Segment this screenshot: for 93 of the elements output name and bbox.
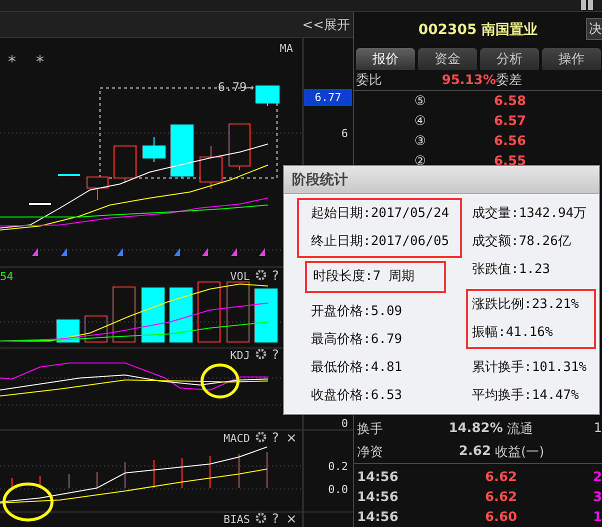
star-marker: * bbox=[36, 52, 44, 71]
axis-tick-label: 0.2 bbox=[328, 460, 348, 473]
axis-tick-label: 0.0 bbox=[328, 483, 348, 496]
ask-level: ② bbox=[413, 154, 426, 168]
indicator-label[interactable]: MA bbox=[280, 42, 293, 55]
settings-icon[interactable] bbox=[256, 512, 266, 524]
indicator-label[interactable]: KDJ bbox=[230, 349, 250, 362]
stat-text: 最低价格:4.81 bbox=[311, 359, 404, 377]
field-label: 委差 bbox=[496, 72, 522, 89]
ask-price: 6.58 bbox=[494, 94, 526, 108]
current-price-badge bbox=[304, 89, 352, 106]
stat-text: 开盘价格:5.09 bbox=[311, 303, 404, 321]
ask-price: 6.57 bbox=[494, 114, 526, 128]
field-value: 1 bbox=[594, 421, 602, 436]
stat-text: 时段长度:7 周期 bbox=[313, 268, 414, 286]
trade-time: 14:56 bbox=[356, 470, 400, 484]
field-label: 流通 bbox=[506, 420, 534, 438]
window-control-icon[interactable] bbox=[580, 0, 594, 10]
close-button[interactable]: × bbox=[286, 431, 297, 446]
volume-bar bbox=[226, 282, 250, 342]
indicator-value: 54 bbox=[0, 270, 14, 283]
star-marker: * bbox=[8, 52, 16, 71]
trade-price: 6.62 bbox=[485, 470, 518, 484]
stat-text: 涨跌比例:23.21% bbox=[472, 296, 580, 314]
stat-text: 平均换手:14.47% bbox=[472, 387, 580, 405]
stat-text: 累计换手:101.31% bbox=[472, 359, 588, 377]
stock-title: 002305 南国置业 bbox=[418, 21, 538, 39]
help-button[interactable]: ? bbox=[272, 512, 279, 527]
stat-text: 张跌值:1.23 bbox=[472, 261, 552, 279]
axis-tick-label: 0 bbox=[341, 417, 348, 430]
current-price-label: 6.77 bbox=[314, 91, 342, 104]
candlestick bbox=[142, 136, 166, 162]
expand-button[interactable]: <<展开 bbox=[299, 16, 353, 34]
candlestick bbox=[58, 174, 80, 176]
volume-bar bbox=[198, 282, 220, 342]
candlestick bbox=[29, 203, 51, 205]
ask-price: 6.55 bbox=[494, 154, 526, 168]
volume-bar bbox=[170, 288, 192, 342]
candlestick bbox=[86, 176, 108, 200]
stat-text: 成交额:78.26亿 bbox=[472, 233, 572, 251]
ratio-value: 95.13% bbox=[442, 72, 496, 88]
volume-bar bbox=[84, 316, 108, 342]
trade-price: 6.62 bbox=[485, 490, 518, 504]
settings-icon[interactable] bbox=[256, 348, 266, 360]
help-button[interactable]: ? bbox=[272, 431, 279, 446]
field-label: 收益(一) bbox=[495, 444, 546, 460]
stat-text: 振幅:41.16% bbox=[472, 324, 554, 342]
volume-bar bbox=[142, 288, 164, 342]
candlestick bbox=[256, 86, 280, 106]
indicator-label[interactable]: VOL bbox=[230, 270, 250, 283]
highlight-circle bbox=[200, 364, 240, 398]
trade-price: 6.60 bbox=[485, 510, 518, 524]
indicator-label[interactable]: BIAS bbox=[224, 513, 250, 526]
help-button[interactable]: ? bbox=[272, 348, 279, 363]
highlight-circle bbox=[2, 482, 54, 522]
trade-time: 14:56 bbox=[356, 510, 400, 524]
volume-bar bbox=[112, 286, 136, 342]
close-button[interactable]: × bbox=[286, 512, 297, 527]
settings-icon[interactable] bbox=[256, 432, 266, 442]
field-label: 净资 bbox=[357, 444, 383, 460]
ask-price: 6.56 bbox=[494, 134, 526, 148]
axis-tick-label: 6 bbox=[341, 127, 348, 140]
field-value: 2.62 bbox=[458, 444, 491, 459]
tab[interactable]: 资金 bbox=[418, 48, 477, 70]
tab[interactable]: 报价 bbox=[356, 48, 415, 70]
settings-icon[interactable] bbox=[256, 270, 266, 280]
candlestick bbox=[114, 146, 136, 184]
dialog-title: 阶段统计 bbox=[284, 166, 599, 194]
indicator-label[interactable]: MACD bbox=[224, 432, 250, 445]
tab[interactable]: 分析 bbox=[480, 48, 539, 70]
stat-text: 起始日期:2017/05/24 bbox=[311, 205, 450, 223]
stat-text: 终止日期:2017/06/05 bbox=[311, 233, 450, 251]
field-label: 换手 bbox=[357, 420, 383, 438]
ask-level: ③ bbox=[413, 134, 426, 148]
trade-volume: 2 bbox=[592, 470, 602, 484]
stat-text: 最高价格:6.79 bbox=[311, 331, 404, 349]
high-price-label: 6.79→ bbox=[218, 80, 254, 94]
help-button[interactable]: ? bbox=[272, 269, 279, 284]
tab[interactable]: 操作 bbox=[542, 48, 601, 70]
volume-bar bbox=[254, 288, 278, 342]
field-value: 14.82% bbox=[448, 421, 503, 436]
candlestick bbox=[170, 124, 194, 178]
candlestick bbox=[228, 124, 250, 170]
trade-volume: 3 bbox=[592, 490, 602, 504]
ask-level: ⑤ bbox=[413, 94, 426, 108]
side-button[interactable]: 决 bbox=[586, 18, 602, 40]
stat-text: 收盘价格:6.53 bbox=[311, 387, 404, 405]
stat-text: 成交量:1342.94万 bbox=[472, 205, 588, 223]
candlestick bbox=[200, 146, 222, 190]
ask-level: ④ bbox=[413, 114, 426, 128]
trade-volume: 1 bbox=[592, 510, 602, 524]
trade-time: 14:56 bbox=[356, 490, 400, 504]
field-label: 委比 bbox=[356, 72, 382, 89]
